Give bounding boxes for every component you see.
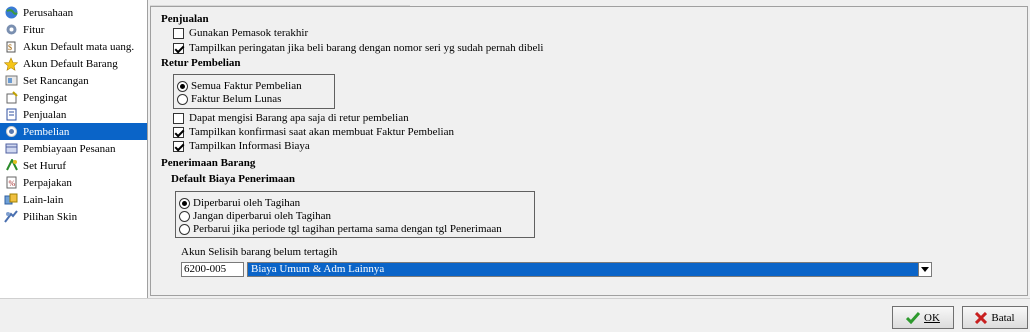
finance-icon	[4, 142, 18, 156]
retur-radio-group: Semua Faktur Pembelian Faktur Belum Luna…	[173, 74, 335, 109]
checkbox-box[interactable]	[173, 27, 184, 39]
star-icon	[4, 56, 18, 71]
sidebar-item-pengingat[interactable]: Pengingat	[0, 89, 147, 106]
sidebar-item-penjualan[interactable]: Penjualan	[0, 106, 147, 123]
tampilkan-biaya-checkbox[interactable]: Tampilkan Informasi Biaya	[173, 140, 310, 152]
perbarui-jika-radio[interactable]: Perbarui jika periode tgl tagihan pertam…	[179, 223, 502, 235]
radio-circle[interactable]	[179, 197, 190, 209]
checkbox-box[interactable]	[173, 140, 184, 152]
skin-icon	[4, 210, 18, 224]
check-icon	[906, 311, 921, 324]
default-biaya-title: Default Biaya Penerimaan	[171, 173, 296, 185]
sidebar-item-pilihan-skin[interactable]: Pilihan Skin	[0, 208, 147, 225]
purchase-icon	[4, 125, 18, 139]
diperbarui-radio[interactable]: Diperbarui oleh Tagihan	[179, 197, 300, 209]
sidebar-item-perusahaan[interactable]: Perusahaan	[0, 4, 147, 21]
sidebar-item-pembiayaan-pesanan[interactable]: Pembiayaan Pesanan	[0, 140, 147, 157]
akun-selisih-label: Akun Selisih barang belum tertagih	[181, 246, 338, 258]
faktur-belum-lunas-radio[interactable]: Faktur Belum Lunas	[177, 93, 281, 105]
checkbox-box[interactable]	[173, 42, 184, 54]
checkbox-box[interactable]	[173, 112, 184, 124]
tampilkan-peringatan-checkbox[interactable]: Tampilkan peringatan jika beli barang de…	[173, 42, 543, 54]
font-icon	[4, 159, 18, 173]
penjualan-section-title: Penjualan	[161, 13, 209, 25]
retur-section-title: Retur Pembelian	[161, 57, 241, 69]
batal-button[interactable]: Batal	[962, 306, 1028, 329]
globe-icon	[4, 6, 18, 20]
sidebar-item-akun-default-mata-uang[interactable]: $ Akun Default mata uang.	[0, 38, 147, 55]
currency-icon: $	[4, 40, 18, 54]
dapat-mengisi-checkbox[interactable]: Dapat mengisi Barang apa saja di retur p…	[173, 112, 409, 124]
layout-icon	[4, 74, 18, 88]
radio-circle[interactable]	[177, 80, 188, 92]
sidebar-item-pembelian[interactable]: Pembelian	[0, 123, 147, 140]
sidebar-item-fitur[interactable]: Fitur	[0, 21, 147, 38]
sidebar-item-akun-default-barang[interactable]: Akun Default Barang	[0, 55, 147, 72]
radio-circle[interactable]	[177, 93, 188, 105]
penerimaan-section-title: Penerimaan Barang	[161, 157, 256, 169]
svg-text:$: $	[8, 43, 12, 52]
sidebar-item-set-rancangan[interactable]: Set Rancangan	[0, 72, 147, 89]
reminder-icon	[4, 91, 18, 105]
chevron-down-icon[interactable]	[918, 263, 931, 276]
sidebar-item-perpajakan[interactable]: % Perpajakan	[0, 174, 147, 191]
svg-text:%: %	[8, 179, 15, 188]
jangan-diperbarui-radio[interactable]: Jangan diperbarui oleh Tagihan	[179, 210, 331, 222]
gunakan-pemasok-checkbox[interactable]: Gunakan Pemasok terakhir	[173, 27, 308, 39]
akun-name-select[interactable]: Biaya Umum & Adm Lainnya	[247, 262, 932, 277]
close-icon	[975, 311, 988, 324]
radio-circle[interactable]	[179, 210, 190, 222]
sidebar-item-lain-lain[interactable]: Lain-lain	[0, 191, 147, 208]
sidebar-item-set-huruf[interactable]: Set Huruf	[0, 157, 147, 174]
pembelian-settings-page: Penjualan Gunakan Pemasok terakhir Tampi…	[150, 6, 1028, 296]
settings-main-panel: Penjualan Gunakan Pemasok terakhir Tampi…	[148, 0, 1030, 298]
misc-icon	[4, 193, 18, 207]
sales-icon	[4, 108, 18, 122]
akun-code-input[interactable]: 6200-005	[181, 262, 244, 277]
gear-icon	[4, 23, 18, 37]
ok-button[interactable]: OK	[892, 306, 954, 329]
semua-faktur-radio[interactable]: Semua Faktur Pembelian	[177, 80, 302, 92]
settings-sidebar: Perusahaan Fitur $ Akun Default mata uan…	[0, 0, 148, 298]
radio-circle[interactable]	[179, 223, 190, 235]
dialog-footer: OK Batal	[0, 298, 1030, 332]
default-biaya-radio-group: Diperbarui oleh Tagihan Jangan diperbaru…	[175, 191, 535, 238]
checkbox-box[interactable]	[173, 126, 184, 138]
tax-icon: %	[4, 176, 18, 190]
tampilkan-konfirmasi-checkbox[interactable]: Tampilkan konfirmasi saat akan membuat F…	[173, 126, 454, 138]
